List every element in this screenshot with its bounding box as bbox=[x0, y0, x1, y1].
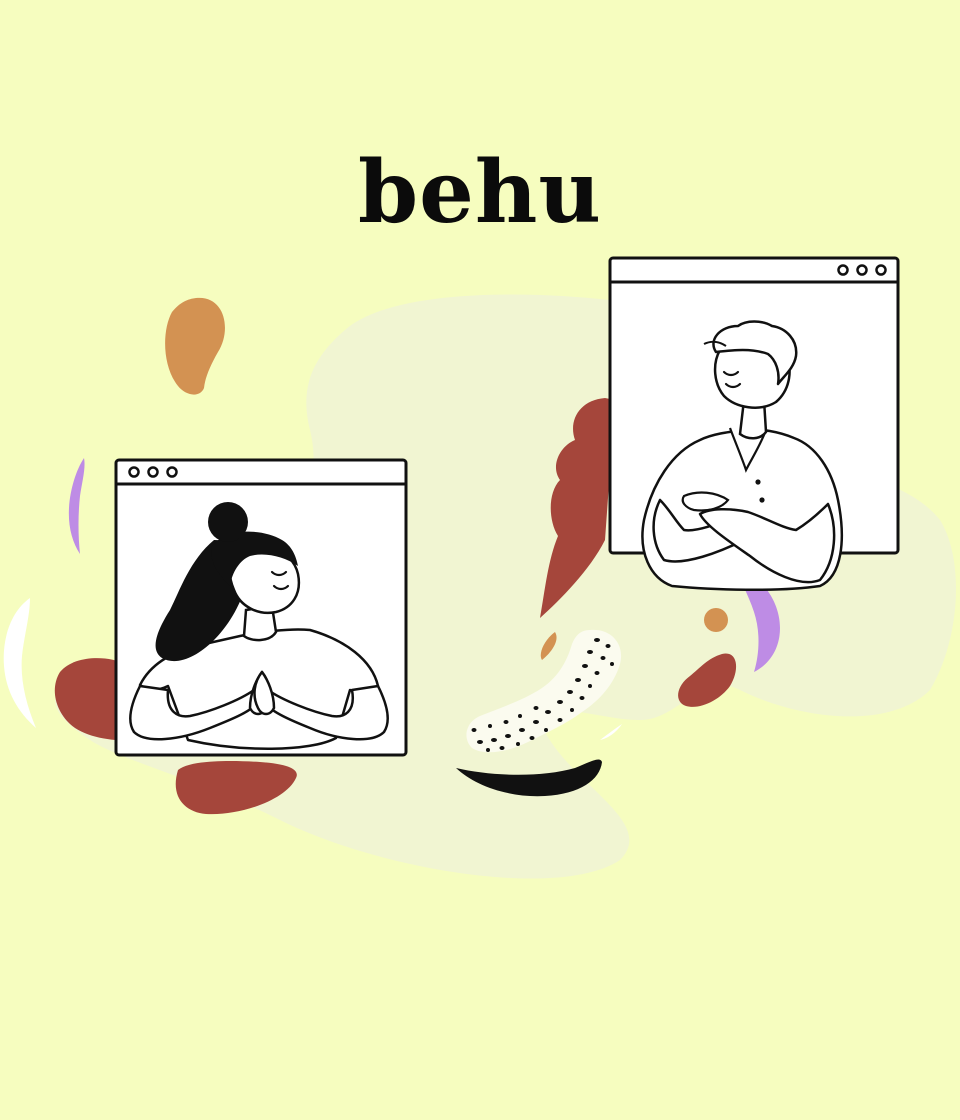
hero-illustration bbox=[3, 256, 957, 879]
left-window bbox=[114, 458, 408, 757]
ochre-leaf-shape bbox=[165, 297, 225, 395]
ochre-dot-right bbox=[704, 608, 728, 632]
right-window bbox=[608, 256, 900, 592]
white-tick bbox=[600, 724, 622, 740]
white-crescent-left bbox=[3, 598, 36, 728]
lavender-crescent-left bbox=[68, 458, 85, 554]
